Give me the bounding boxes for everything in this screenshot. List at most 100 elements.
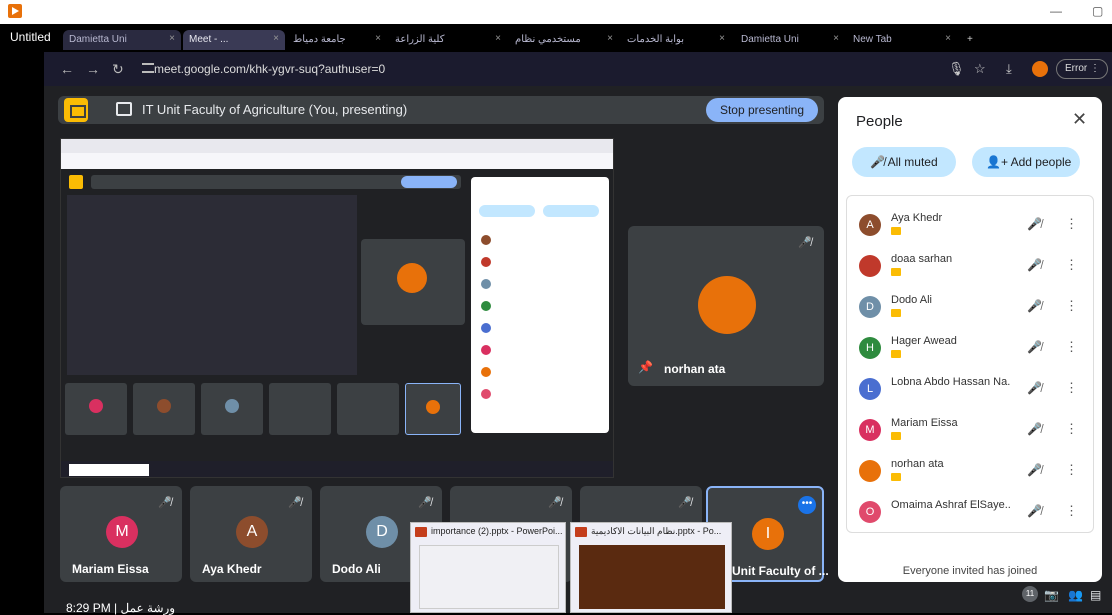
more-vert-icon[interactable]: ⋮ <box>1065 298 1078 314</box>
maximize-icon[interactable]: ▢ <box>1092 4 1103 18</box>
presenter-badge <box>891 473 901 481</box>
participant-row[interactable]: A Aya Khedr 🎤̸ ⋮ <box>847 208 1093 249</box>
mic-off-icon[interactable]: 🎤̸ <box>1027 463 1042 477</box>
pinned-tile[interactable]: 🎤̸ 📌 norhan ata <box>628 226 824 386</box>
tab-6[interactable]: Damietta Uni × <box>735 30 845 50</box>
participant-list: A Aya Khedr 🎤̸ ⋮ doaa sarhan 🎤̸ ⋮ D Dodo… <box>846 195 1094 533</box>
camera-icon[interactable]: 📷 <box>1044 588 1059 602</box>
shared-bottom-tiles <box>65 383 461 439</box>
taskbar-thumbnail-1[interactable]: نظام البيانات الاكاديمية.pptx - Po... <box>570 522 732 613</box>
stop-presenting-button[interactable]: Stop presenting <box>706 98 818 122</box>
download-icon[interactable]: ⤓ <box>1006 61 1012 77</box>
mic-off-icon[interactable]: 🎤̸ <box>1027 258 1042 272</box>
pin-icon: 📌 <box>638 360 653 374</box>
mic-off-icon[interactable]: 🎤̸ <box>1027 422 1042 436</box>
tab-7[interactable]: New Tab × <box>847 30 957 50</box>
close-icon[interactable]: × <box>375 33 381 44</box>
avatar: D <box>366 516 398 548</box>
add-person-icon: 👤+ <box>986 155 1008 169</box>
avatar: A <box>859 214 881 236</box>
thumbnail-preview <box>579 545 725 609</box>
tile-aya[interactable]: 🎤̸ A Aya Khedr <box>190 486 312 582</box>
mic-off-icon[interactable]: 🎤̸ <box>1027 340 1042 354</box>
more-vert-icon[interactable]: ⋮ <box>1065 339 1078 355</box>
mic-off-icon[interactable]: 🎤̸ <box>1027 381 1042 395</box>
mic-off-icon: 🎤̸ <box>798 237 812 249</box>
tab-3[interactable]: كلية الزراعة × <box>389 30 507 50</box>
presenting-title: IT Unit Faculty of Agriculture (You, pre… <box>142 102 408 117</box>
close-icon[interactable]: × <box>719 33 725 44</box>
reload-icon[interactable]: ↻ <box>112 61 124 78</box>
presenter-badge <box>891 432 901 440</box>
invited-status: Everyone invited has joined <box>902 565 1038 577</box>
forward-icon[interactable]: → <box>86 61 100 77</box>
participant-row[interactable]: norhan ata 🎤̸ ⋮ <box>847 454 1093 495</box>
participant-row[interactable]: O Omaima Ashraf ElSaye... 🎤̸ ⋮ <box>847 495 1093 532</box>
shared-address-bar <box>61 153 613 169</box>
close-icon[interactable]: ✕ <box>1072 109 1087 130</box>
more-vert-icon[interactable]: ⋮ <box>1065 257 1078 273</box>
participant-row[interactable]: D Dodo Ali 🎤̸ ⋮ <box>847 290 1093 331</box>
taskbar-thumbnail-0[interactable]: importance (2).pptx - PowerPoi... <box>410 522 566 613</box>
minimize-icon[interactable]: — <box>1050 4 1062 18</box>
add-people-button[interactable]: 👤+ Add people <box>972 147 1080 177</box>
back-icon[interactable]: ← <box>60 61 74 77</box>
participant-count-badge[interactable]: 11 <box>1022 586 1038 602</box>
avatar: H <box>859 337 881 359</box>
url-input[interactable]: meet.google.com/khk-ygvr-suq?authuser=0 <box>154 58 984 80</box>
chat-icon[interactable]: ▤ <box>1090 588 1101 602</box>
tile-mariam[interactable]: 🎤̸ M Mariam Eissa <box>60 486 182 582</box>
close-icon[interactable]: × <box>495 33 501 44</box>
tab-5[interactable]: بوابة الخدمات × <box>621 30 731 50</box>
close-icon[interactable]: × <box>945 33 951 44</box>
more-vert-icon[interactable]: ⋮ <box>1065 216 1078 232</box>
pinned-avatar <box>698 276 756 334</box>
people-panel: People ✕ 🎤̸ All muted 👤+ Add people A Ay… <box>838 97 1102 582</box>
participant-row[interactable]: L Lobna Abdo Hassan Na... 🎤̸ ⋮ <box>847 372 1093 413</box>
participant-row[interactable]: doaa sarhan 🎤̸ ⋮ <box>847 249 1093 290</box>
tab-0[interactable]: Damietta Uni × <box>63 30 181 50</box>
tab-1[interactable]: Meet - ... × <box>183 30 285 50</box>
pinned-name: norhan ata <box>664 362 726 376</box>
avatar: M <box>106 516 138 548</box>
people-icon[interactable]: 👥 <box>1068 588 1083 602</box>
participant-row[interactable]: H Hager Awead 🎤̸ ⋮ <box>847 331 1093 372</box>
more-vert-icon[interactable]: ⋮ <box>1065 462 1078 478</box>
all-muted-button[interactable]: 🎤̸ All muted <box>852 147 956 177</box>
more-vert-icon[interactable]: ⋮ <box>1065 380 1078 396</box>
close-icon[interactable]: × <box>169 33 175 44</box>
avatar <box>859 460 881 482</box>
shared-stop-button <box>401 176 457 188</box>
mic-off-icon: 🎤̸ <box>678 497 692 509</box>
avatar: O <box>859 501 881 523</box>
mic-off-icon[interactable]: 🎤̸ <box>1027 299 1042 313</box>
bookmark-star-icon[interactable]: ☆ <box>974 61 986 77</box>
profile-avatar[interactable] <box>1032 61 1048 77</box>
mic-off-icon[interactable]: 🎤̸ <box>1027 217 1042 231</box>
shared-tab-strip <box>61 139 613 153</box>
presentation-icon[interactable] <box>64 98 88 122</box>
mic-off-icon[interactable]: 🎤̸ <box>1027 504 1042 518</box>
more-options-icon[interactable]: ••• <box>798 496 816 514</box>
new-tab-icon[interactable]: + <box>961 30 981 50</box>
mic-icon[interactable]: 🎙 <box>948 61 965 77</box>
powerpoint-icon <box>415 526 427 537</box>
avatar: A <box>236 516 268 548</box>
mic-off-icon: 🎤̸ <box>158 497 172 509</box>
tab-4[interactable]: مستخدمي نظام × <box>509 30 619 50</box>
close-icon[interactable]: × <box>273 33 279 44</box>
error-button[interactable]: Error ⋮ <box>1056 59 1108 79</box>
shared-pinned-tile <box>361 239 465 325</box>
presenting-bar: IT Unit Faculty of Agriculture (You, pre… <box>58 96 824 124</box>
present-screen-icon <box>116 102 132 116</box>
close-icon[interactable]: × <box>833 33 839 44</box>
tile-name: Mariam Eissa <box>72 562 149 576</box>
site-settings-icon[interactable] <box>142 63 154 73</box>
close-icon[interactable]: × <box>607 33 613 44</box>
more-vert-icon[interactable]: ⋮ <box>1065 421 1078 437</box>
mic-off-icon: 🎤̸ <box>418 497 432 509</box>
participant-row[interactable]: M Mariam Eissa 🎤̸ ⋮ <box>847 413 1093 454</box>
window-title: Untitled <box>10 30 51 44</box>
tab-2[interactable]: جامعة دمياط × <box>287 30 387 50</box>
more-vert-icon[interactable]: ⋮ <box>1065 503 1078 519</box>
